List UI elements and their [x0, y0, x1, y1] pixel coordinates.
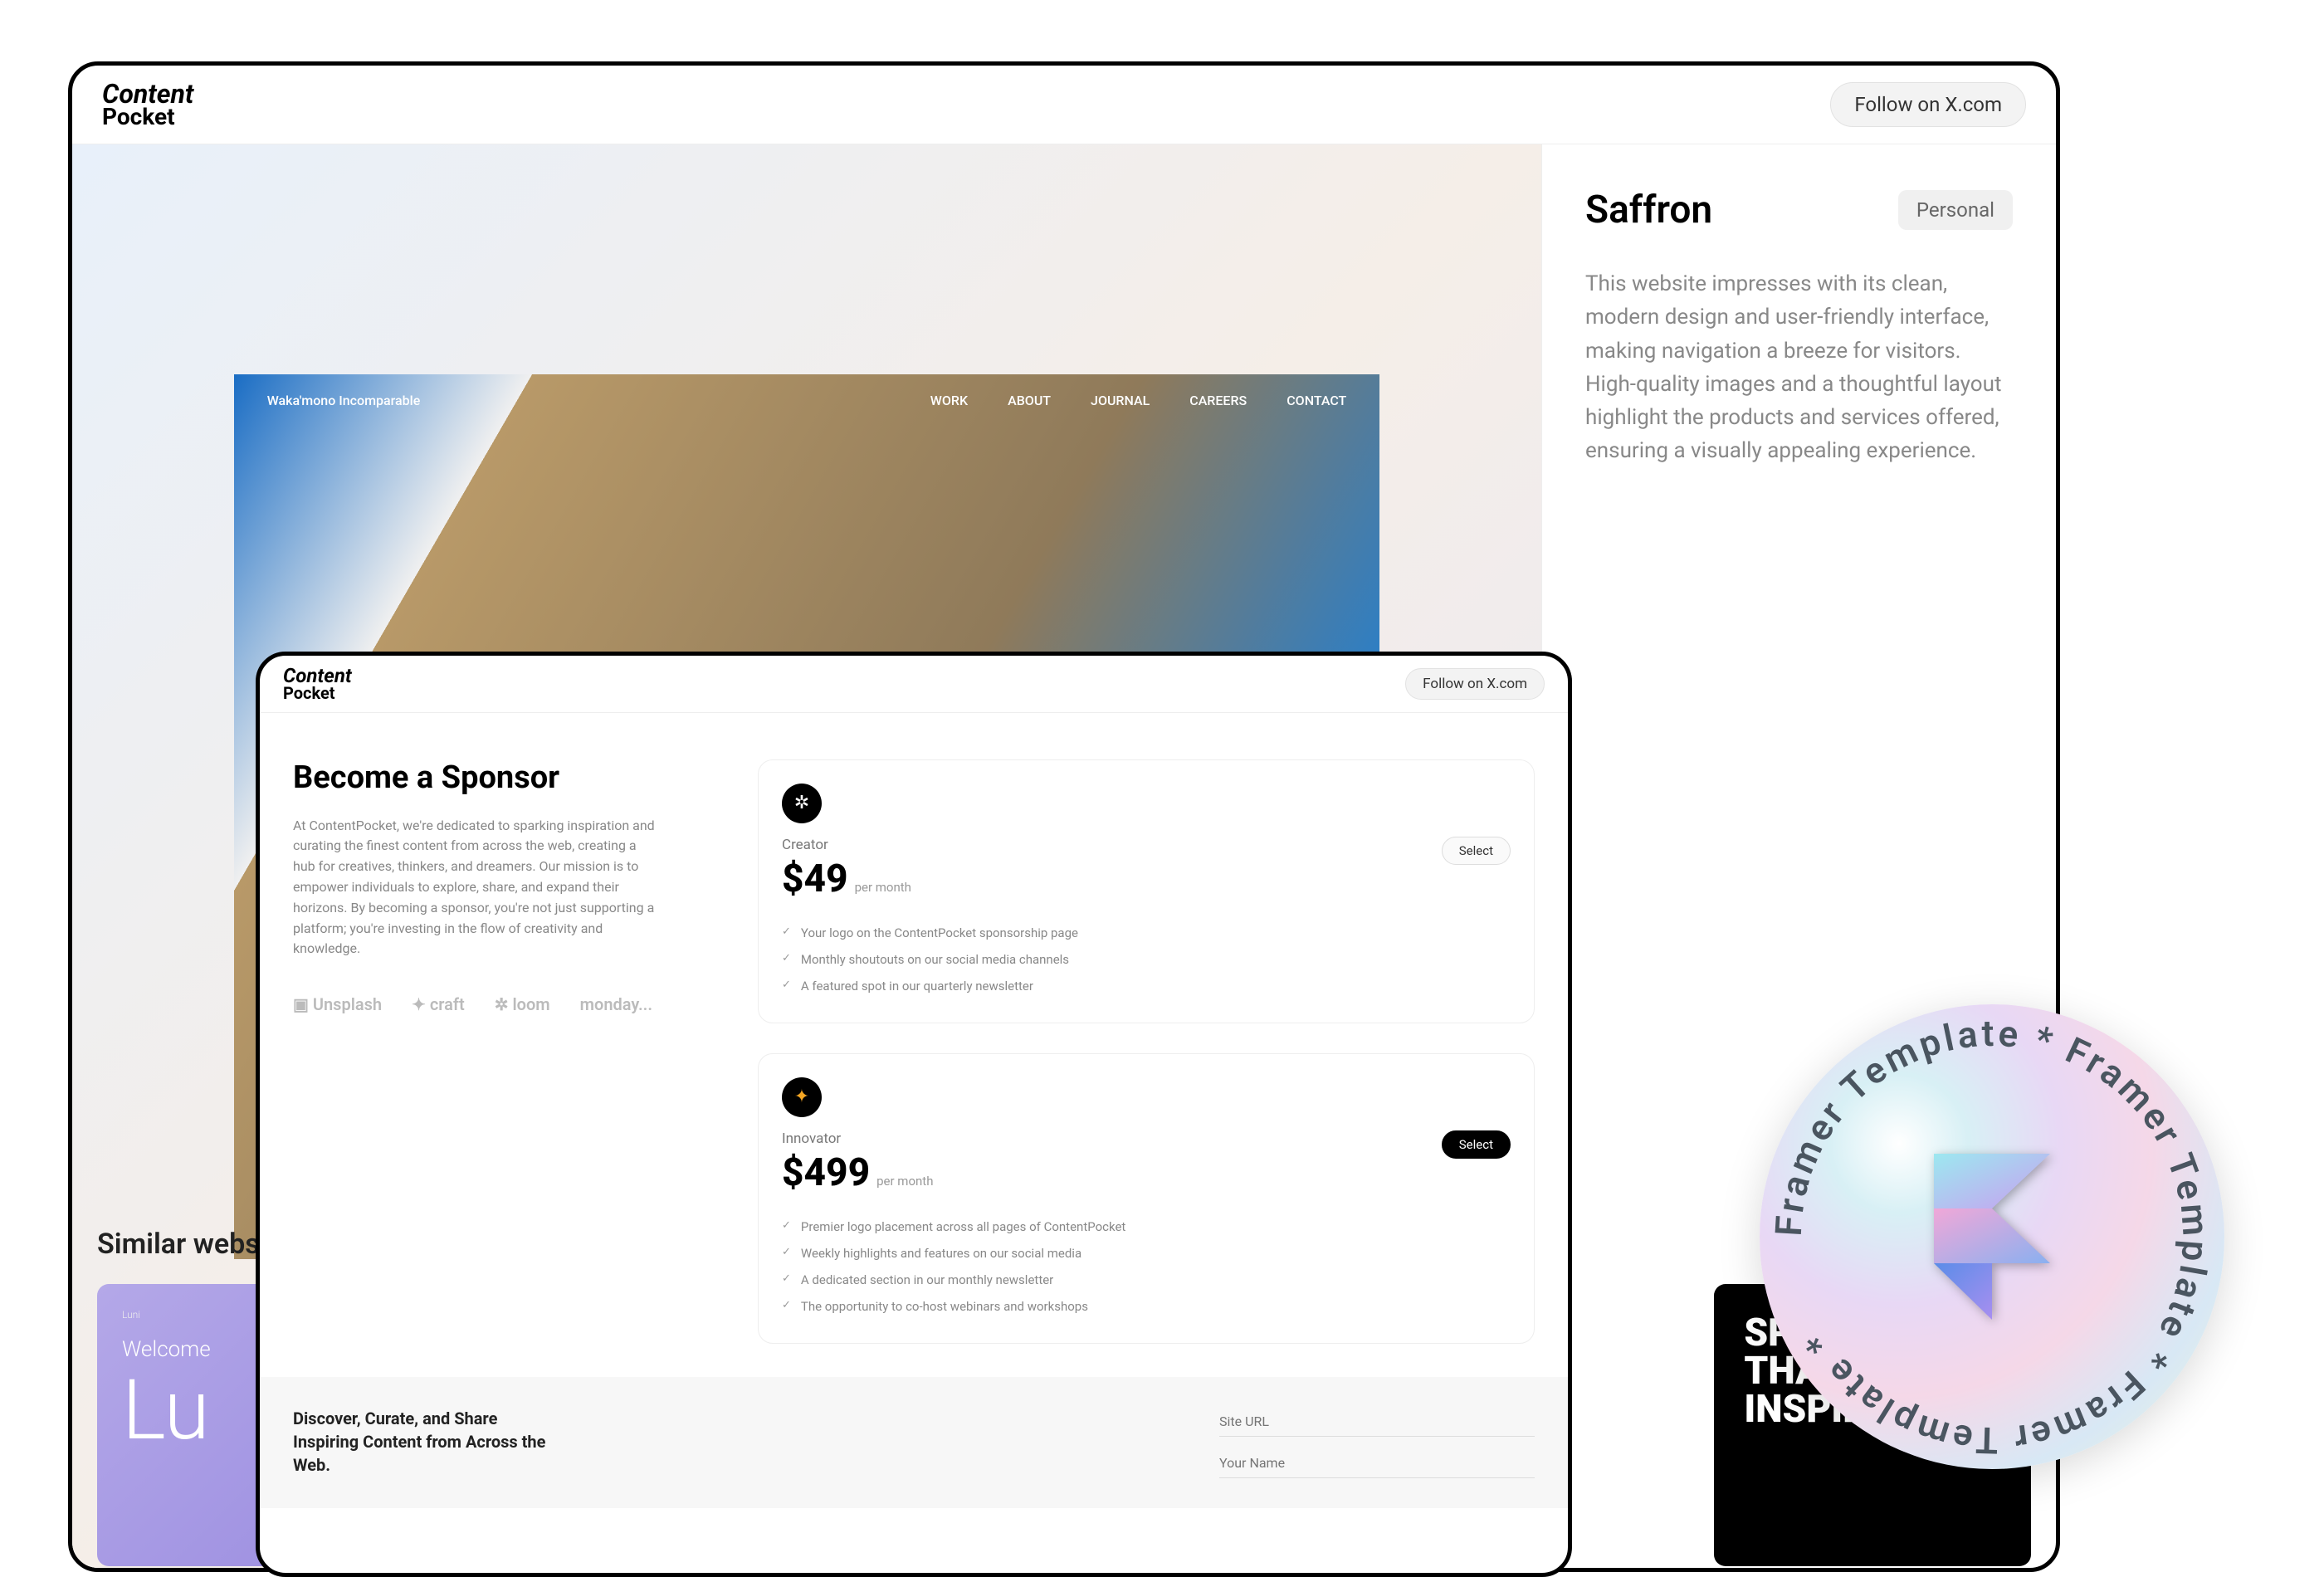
- plan-period: per month: [876, 1174, 933, 1189]
- feature-item: Weekly highlights and features on our so…: [782, 1240, 1511, 1267]
- feature-item: Premier logo placement across all pages …: [782, 1213, 1511, 1240]
- feature-item: A dedicated section in our monthly newsl…: [782, 1267, 1511, 1293]
- follow-button[interactable]: Follow on X.com: [1830, 82, 2026, 127]
- mock-nav-item: CONTACT: [1286, 393, 1346, 408]
- your-name-input[interactable]: [1219, 1448, 1535, 1478]
- feature-item: The opportunity to co-host webinars and …: [782, 1293, 1511, 1320]
- site-description: This website impresses with its clean, m…: [1585, 267, 2013, 468]
- framer-logo-icon: [1917, 1162, 2067, 1311]
- logo-loom: ✲ loom: [495, 994, 550, 1014]
- sponsor-description: At ContentPocket, we're dedicated to spa…: [293, 816, 658, 960]
- brand-logo[interactable]: Content Pocket: [102, 82, 193, 127]
- mock-nav-item: JOURNAL: [1091, 393, 1150, 408]
- header: Content Pocket Follow on X.com: [72, 66, 2056, 144]
- plan-features: Premier logo placement across all pages …: [782, 1213, 1511, 1320]
- site-title: Saffron: [1585, 188, 1712, 232]
- plan-period: per month: [855, 880, 911, 895]
- feature-item: Your logo on the ContentPocket sponsorsh…: [782, 920, 1511, 946]
- mock-brand: Waka'mono Incomparable: [267, 393, 421, 408]
- gear-icon: ✲: [782, 784, 822, 823]
- plan-features: Your logo on the ContentPocket sponsorsh…: [782, 920, 1511, 999]
- sparkle-icon: ✦: [782, 1077, 822, 1117]
- feature-item: A featured spot in our quarterly newslet…: [782, 973, 1511, 999]
- plan-innovator: ✦ Innovator $499 per month Select Premie…: [758, 1053, 1535, 1344]
- feature-item: Monthly shoutouts on our social media ch…: [782, 946, 1511, 973]
- select-button[interactable]: Select: [1442, 1130, 1511, 1159]
- plan-name: Innovator: [782, 1130, 933, 1147]
- plan-price: $49: [782, 857, 848, 901]
- mock-nav-item: WORK: [930, 393, 968, 408]
- mock-nav-item: CAREERS: [1189, 393, 1247, 408]
- plan-price: $499: [782, 1150, 870, 1195]
- mock-nav-item: ABOUT: [1008, 393, 1051, 408]
- plan-creator: ✲ Creator $49 per month Select Your logo…: [758, 759, 1535, 1023]
- site-url-input[interactable]: [1219, 1407, 1535, 1437]
- sponsor-window: Content Pocket Follow on X.com Become a …: [256, 652, 1572, 1577]
- footer-title: Discover, Curate, and Share Inspiring Co…: [293, 1407, 559, 1478]
- category-badge: Personal: [1898, 190, 2013, 230]
- brand-logo[interactable]: Content Pocket: [283, 667, 352, 701]
- select-button[interactable]: Select: [1442, 837, 1511, 865]
- sponsor-logos: ▣ Unsplash ✦ craft ✲ loom monday...: [293, 994, 658, 1014]
- sponsor-title: Become a Sponsor: [293, 759, 658, 796]
- framer-template-sticker: Framer Template * Framer Template * Fram…: [1760, 1004, 2224, 1469]
- logo-monday: monday...: [580, 994, 652, 1014]
- logo-craft: ✦ craft: [412, 994, 465, 1014]
- plan-name: Creator: [782, 837, 911, 853]
- submit-footer: Discover, Curate, and Share Inspiring Co…: [260, 1377, 1568, 1508]
- header: Content Pocket Follow on X.com: [260, 656, 1568, 713]
- logo-unsplash: ▣ Unsplash: [293, 994, 382, 1014]
- follow-button[interactable]: Follow on X.com: [1405, 668, 1545, 700]
